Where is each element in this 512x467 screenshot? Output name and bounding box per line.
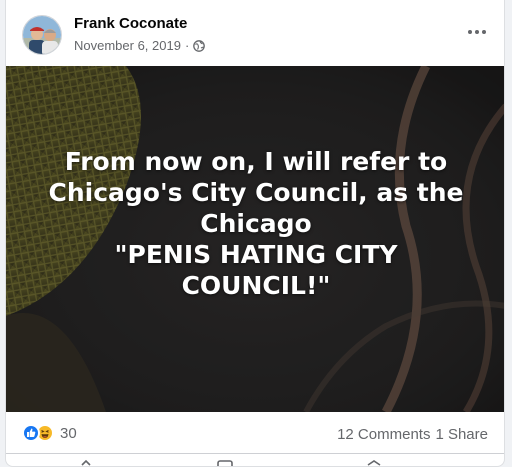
post-card: Frank Coconate November 6, 2019 · From n… (5, 0, 505, 467)
caption-line: Chicago (200, 209, 312, 238)
caption-line: COUNCIL!" (181, 271, 331, 300)
reaction-count[interactable]: 30 (60, 425, 77, 442)
post-image[interactable]: From now on, I will refer to Chicago's C… (6, 66, 504, 412)
comments-count[interactable]: 12 Comments (337, 426, 430, 443)
more-options-button[interactable] (464, 22, 490, 42)
author-avatar[interactable] (22, 15, 62, 55)
post-actions-row (6, 455, 504, 466)
action-icons-partial (81, 459, 381, 466)
caption-line: From now on, I will refer to (64, 147, 448, 176)
meta-separator: · (184, 38, 190, 53)
post-meta: November 6, 2019 · (74, 38, 206, 53)
shares-count[interactable]: 1 Share (435, 426, 488, 443)
post-date[interactable]: November 6, 2019 (74, 38, 181, 53)
globe-icon (193, 39, 206, 52)
author-name[interactable]: Frank Coconate (74, 15, 187, 32)
image-caption: From now on, I will refer to Chicago's C… (26, 146, 486, 301)
comment-share-counts: 12 Comments 1 Share (337, 426, 488, 443)
caption-line: "PENIS HATING CITY (114, 240, 398, 269)
engagement-bar: 30 12 Comments 1 Share (6, 412, 504, 454)
post-header: Frank Coconate November 6, 2019 · (6, 0, 504, 66)
reactions-summary[interactable]: 30 (22, 424, 77, 442)
ellipsis-icon (468, 30, 486, 34)
caption-line: Chicago's City Council, as the (48, 178, 464, 207)
like-icon (22, 424, 40, 442)
